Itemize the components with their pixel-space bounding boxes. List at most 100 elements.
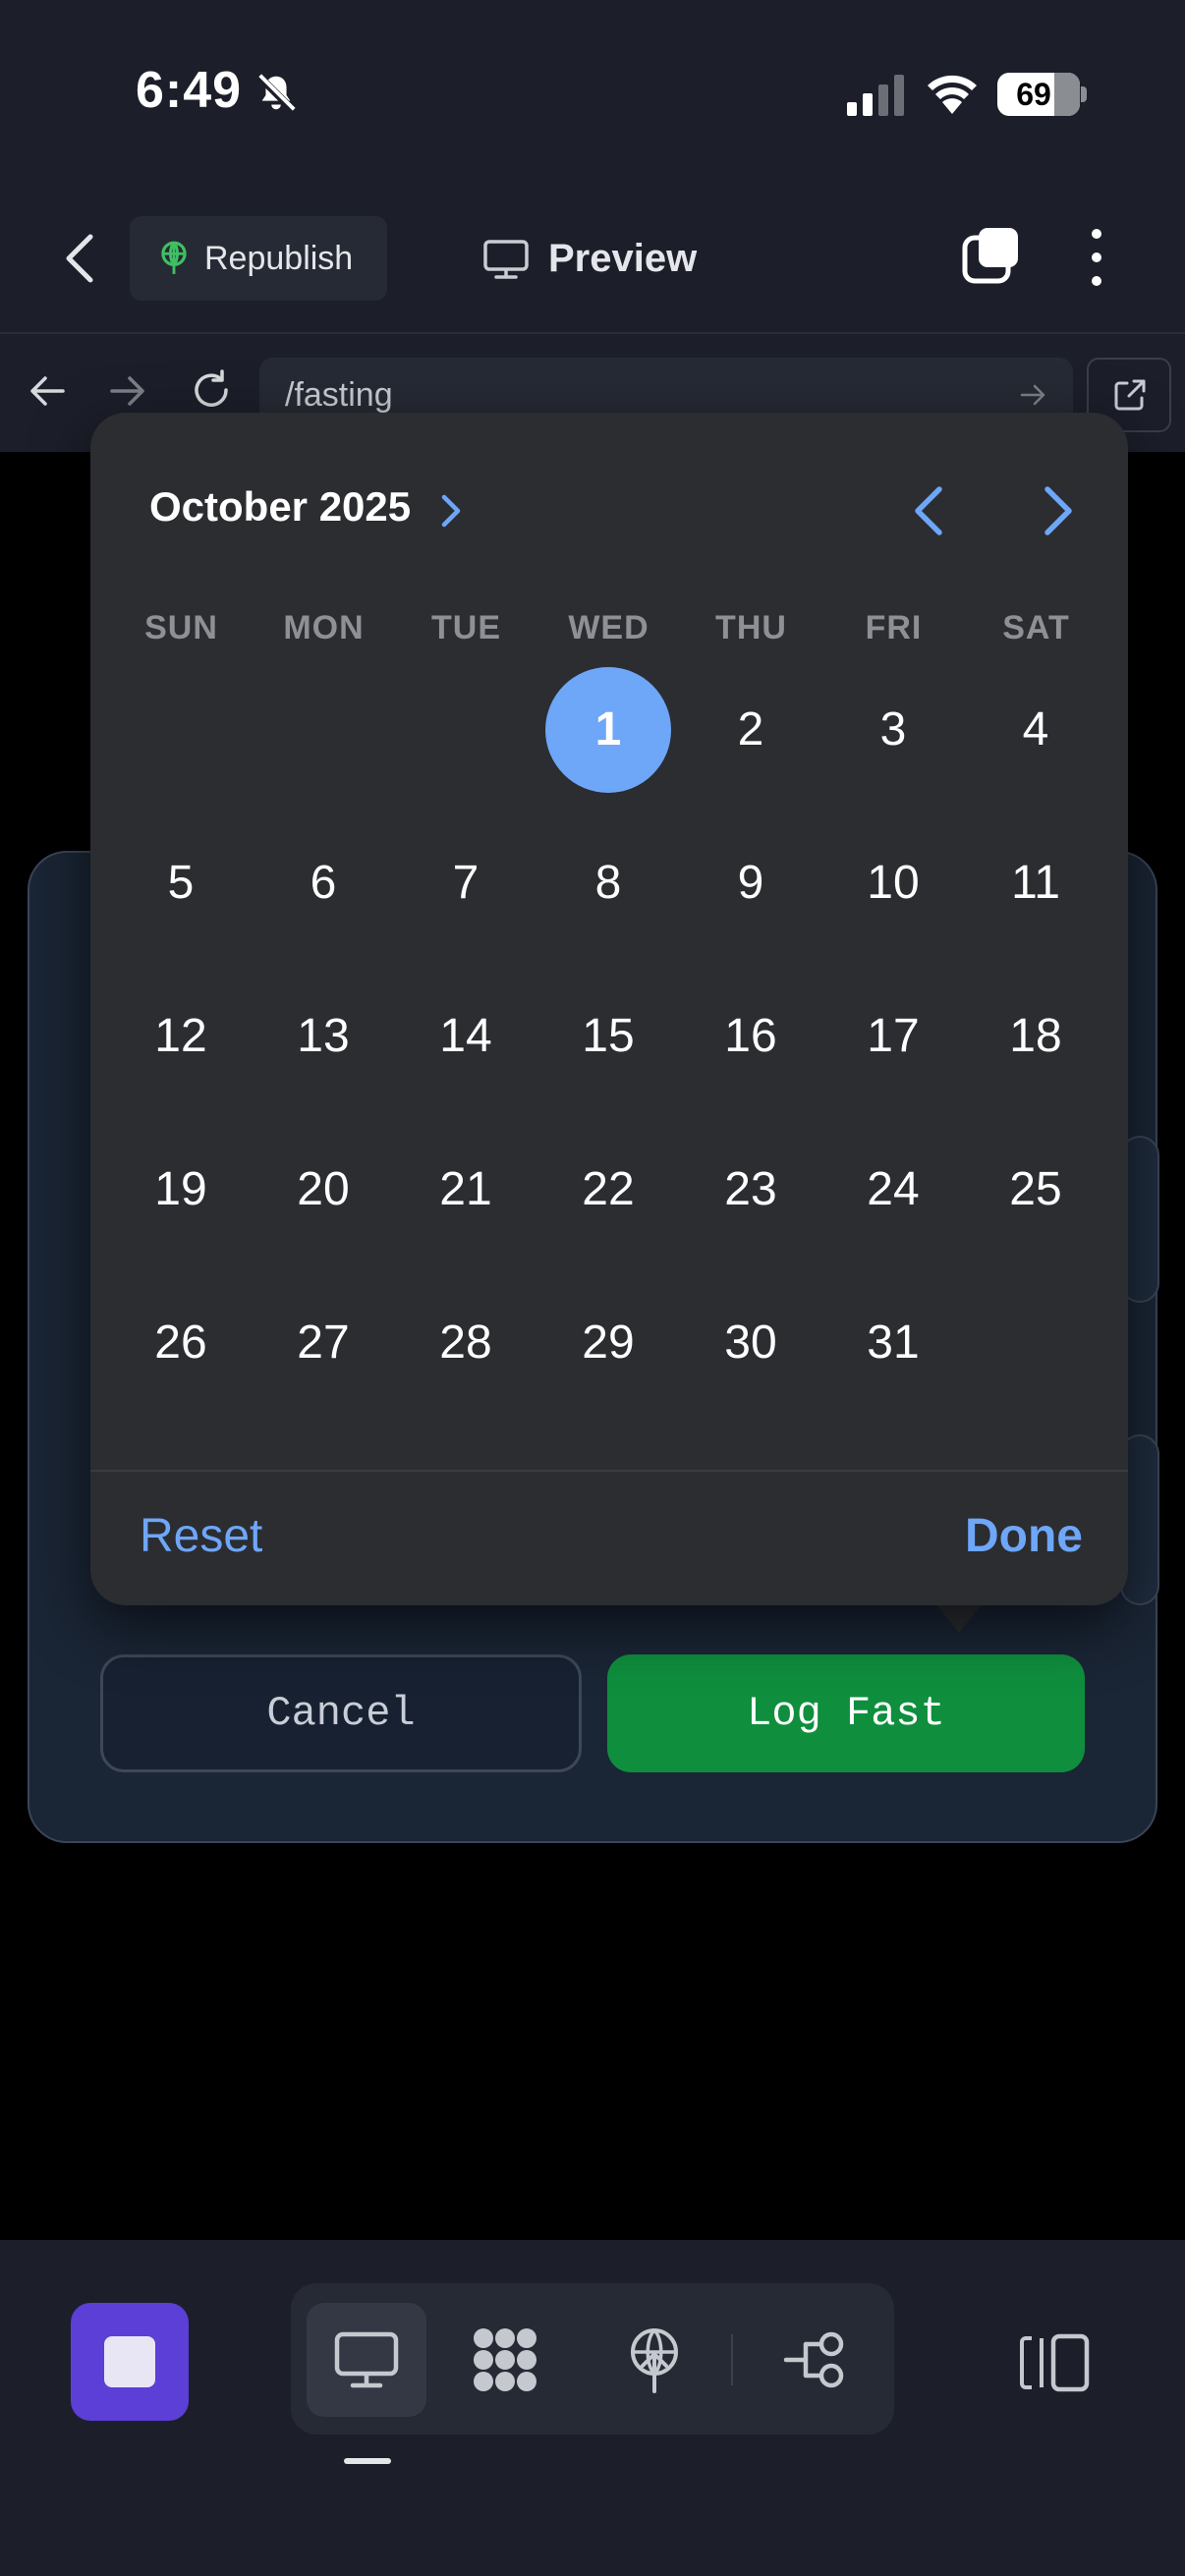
status-time: 6:49 — [136, 62, 243, 119]
bottom-toolbar — [0, 2240, 1185, 2576]
day-cell[interactable]: 6 — [257, 817, 389, 949]
day-number: 6 — [310, 857, 337, 909]
reload-icon[interactable] — [189, 367, 234, 413]
bell-muted-icon — [256, 74, 296, 113]
month-year-label[interactable]: October 2025 — [149, 483, 411, 531]
day-cell[interactable]: 4 — [970, 664, 1101, 796]
workflow-icon[interactable] — [782, 2324, 853, 2395]
day-cell[interactable]: 19 — [115, 1124, 247, 1256]
day-number: 16 — [724, 1010, 777, 1062]
day-cell[interactable]: 15 — [542, 971, 674, 1102]
day-cell[interactable]: 23 — [685, 1124, 817, 1256]
weekday-label: WED — [568, 609, 649, 646]
previous-month-icon[interactable] — [902, 481, 957, 540]
day-cell[interactable]: 3 — [827, 664, 959, 796]
day-number: 21 — [439, 1163, 492, 1215]
day-cell[interactable]: 25 — [970, 1124, 1101, 1256]
day-cell[interactable]: 17 — [827, 971, 959, 1102]
day-number: 9 — [737, 857, 764, 909]
day-cell[interactable]: 31 — [827, 1277, 959, 1409]
day-number: 11 — [1011, 857, 1060, 909]
day-cell[interactable]: 10 — [827, 817, 959, 949]
day-number: 17 — [867, 1010, 920, 1062]
apps-grid-icon[interactable] — [470, 2324, 540, 2395]
day-cell[interactable]: 30 — [685, 1277, 817, 1409]
day-number: 12 — [154, 1010, 207, 1062]
battery-level: 69 — [1016, 77, 1051, 112]
status-bar: 6:49 69 — [0, 0, 1185, 196]
republish-button[interactable]: Republish — [130, 216, 387, 301]
weekday-label: MON — [283, 609, 365, 646]
weekday-label: TUE — [431, 609, 501, 646]
chevron-right-icon[interactable] — [438, 493, 464, 529]
side-panel-icon[interactable] — [1018, 2332, 1091, 2393]
day-number: 15 — [582, 1010, 635, 1062]
wifi-icon — [928, 75, 977, 114]
day-cell[interactable]: 5 — [115, 817, 247, 949]
day-number: 22 — [582, 1163, 635, 1215]
day-cell-selected[interactable]: 1 — [542, 664, 674, 796]
day-number: 20 — [297, 1163, 350, 1215]
arrow-right-icon[interactable] — [108, 371, 147, 411]
cancel-button[interactable]: Cancel — [100, 1654, 582, 1772]
day-cell[interactable]: 21 — [400, 1124, 532, 1256]
day-cell[interactable]: 12 — [115, 971, 247, 1102]
done-button[interactable]: Done — [965, 1509, 1083, 1563]
day-cell[interactable]: 13 — [257, 971, 389, 1102]
day-cell[interactable]: 22 — [542, 1124, 674, 1256]
cellular-signal-icon — [847, 75, 904, 116]
go-arrow-icon[interactable] — [1018, 379, 1049, 411]
day-number: 24 — [867, 1163, 920, 1215]
weekday-label: THU — [715, 609, 787, 646]
external-link-icon — [1114, 379, 1146, 411]
tabs-icon[interactable] — [961, 226, 1022, 287]
day-cell[interactable]: 8 — [542, 817, 674, 949]
day-cell[interactable]: 16 — [685, 971, 817, 1102]
day-cell[interactable]: 9 — [685, 817, 817, 949]
weekday-label: SAT — [1002, 609, 1070, 646]
active-tab-indicator — [344, 2458, 391, 2464]
next-month-icon[interactable] — [1030, 481, 1085, 540]
day-number: 25 — [1009, 1163, 1062, 1215]
monitor-icon[interactable] — [331, 2324, 402, 2395]
day-cell[interactable]: 29 — [542, 1277, 674, 1409]
reset-button[interactable]: Reset — [140, 1509, 262, 1563]
preview-label: Preview — [548, 237, 698, 280]
day-cell[interactable]: 14 — [400, 971, 532, 1102]
log-fast-button[interactable]: Log Fast — [607, 1654, 1085, 1772]
day-cell[interactable]: 7 — [400, 817, 532, 949]
stop-button[interactable] — [71, 2303, 189, 2421]
day-number: 18 — [1009, 1010, 1062, 1062]
day-cell[interactable]: 27 — [257, 1277, 389, 1409]
day-cell[interactable]: 20 — [257, 1124, 389, 1256]
day-number: 13 — [297, 1010, 350, 1062]
day-cell[interactable]: 28 — [400, 1277, 532, 1409]
arrow-left-icon[interactable] — [28, 371, 67, 411]
day-number: 27 — [297, 1316, 350, 1369]
weekday-label: SUN — [144, 609, 218, 646]
republish-label: Republish — [204, 240, 354, 277]
day-number: 30 — [724, 1316, 777, 1369]
day-cell[interactable]: 2 — [685, 664, 817, 796]
day-number: 8 — [594, 857, 622, 909]
day-number: 14 — [439, 1010, 492, 1062]
publish-antenna-icon[interactable] — [619, 2324, 690, 2395]
day-number: 7 — [452, 857, 480, 909]
more-vertical-icon[interactable] — [1079, 226, 1114, 289]
monitor-icon — [483, 240, 529, 279]
day-cell[interactable]: 26 — [115, 1277, 247, 1409]
day-number: 4 — [1022, 703, 1049, 756]
day-cell[interactable]: 11 — [970, 817, 1101, 949]
back-chevron-icon[interactable] — [61, 231, 100, 286]
day-number: 5 — [167, 857, 195, 909]
tool-group — [291, 2283, 894, 2435]
day-cell[interactable]: 24 — [827, 1124, 959, 1256]
day-number: 31 — [867, 1316, 920, 1369]
day-number: 10 — [867, 857, 920, 909]
day-cell[interactable]: 18 — [970, 971, 1101, 1102]
tool-separator — [731, 2334, 733, 2385]
day-number: 28 — [439, 1316, 492, 1369]
stop-icon — [104, 2336, 155, 2387]
weekday-label: FRI — [865, 609, 923, 646]
day-number: 1 — [594, 703, 622, 756]
